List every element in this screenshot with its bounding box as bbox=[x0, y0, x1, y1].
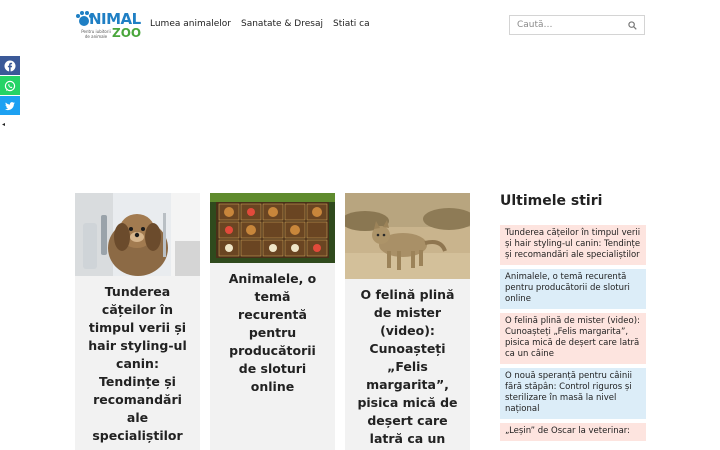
hide-share-toggle-icon[interactable]: ◂ bbox=[2, 121, 5, 128]
search-placeholder: Caută… bbox=[517, 20, 553, 30]
news-item[interactable]: O nouă speranță pentru câinii fără stăpâ… bbox=[500, 368, 646, 419]
social-share-bar bbox=[0, 56, 20, 116]
logo-word-zoo: ZOO bbox=[112, 26, 142, 40]
nav-item-sanatate-dresaj[interactable]: Sanatate & Dresaj bbox=[241, 19, 323, 29]
facebook-icon bbox=[4, 60, 16, 71]
news-item[interactable]: O felină plină de mister (video): Cunoaș… bbox=[500, 313, 646, 364]
site-header: NIMAL Pentru iubitorii de animale ZOO Lu… bbox=[0, 0, 720, 52]
nav-item-lumea-animalelor[interactable]: Lumea animalelor bbox=[150, 19, 231, 29]
article-image[interactable] bbox=[210, 193, 335, 263]
twitter-share-button[interactable] bbox=[0, 96, 20, 115]
news-item[interactable]: Animalele, o temă recurentă pentru produ… bbox=[500, 269, 646, 309]
search-input[interactable]: Caută… bbox=[509, 15, 645, 35]
latest-news-sidebar: Ultimele stiri Tunderea cățeilor în timp… bbox=[500, 193, 646, 445]
whatsapp-icon bbox=[4, 80, 16, 91]
facebook-share-button[interactable] bbox=[0, 56, 20, 75]
twitter-icon bbox=[5, 101, 15, 110]
news-item[interactable]: „Leșin” de Oscar la veterinar: bbox=[500, 423, 646, 441]
article-title[interactable]: O felină plină de mister (video): Cunoaș… bbox=[345, 279, 470, 450]
sidebar-title: Ultimele stiri bbox=[500, 193, 603, 209]
article-title[interactable]: Tunderea cățeilor în timpul verii și hai… bbox=[75, 276, 200, 445]
article-title[interactable]: Animalele, o temă recurentă pentru produ… bbox=[210, 263, 335, 396]
logo-tagline: Pentru iubitorii de animale bbox=[81, 29, 111, 39]
article-card[interactable]: Tunderea cățeilor în timpul verii și hai… bbox=[75, 193, 200, 450]
search-icon[interactable] bbox=[628, 21, 637, 30]
nav-item-stiati-ca[interactable]: Stiati ca bbox=[333, 19, 370, 29]
whatsapp-share-button[interactable] bbox=[0, 76, 20, 95]
article-card[interactable]: O felină plină de mister (video): Cunoaș… bbox=[345, 193, 470, 450]
article-card[interactable]: Animalele, o temă recurentă pentru produ… bbox=[210, 193, 335, 450]
main-nav: Lumea animalelor Sanatate & Dresaj Stiat… bbox=[150, 19, 370, 29]
article-image[interactable] bbox=[75, 193, 200, 276]
news-item[interactable]: Tunderea cățeilor în timpul verii și hai… bbox=[500, 225, 646, 265]
article-image[interactable] bbox=[345, 193, 470, 279]
site-logo[interactable]: NIMAL Pentru iubitorii de animale ZOO bbox=[75, 9, 141, 43]
